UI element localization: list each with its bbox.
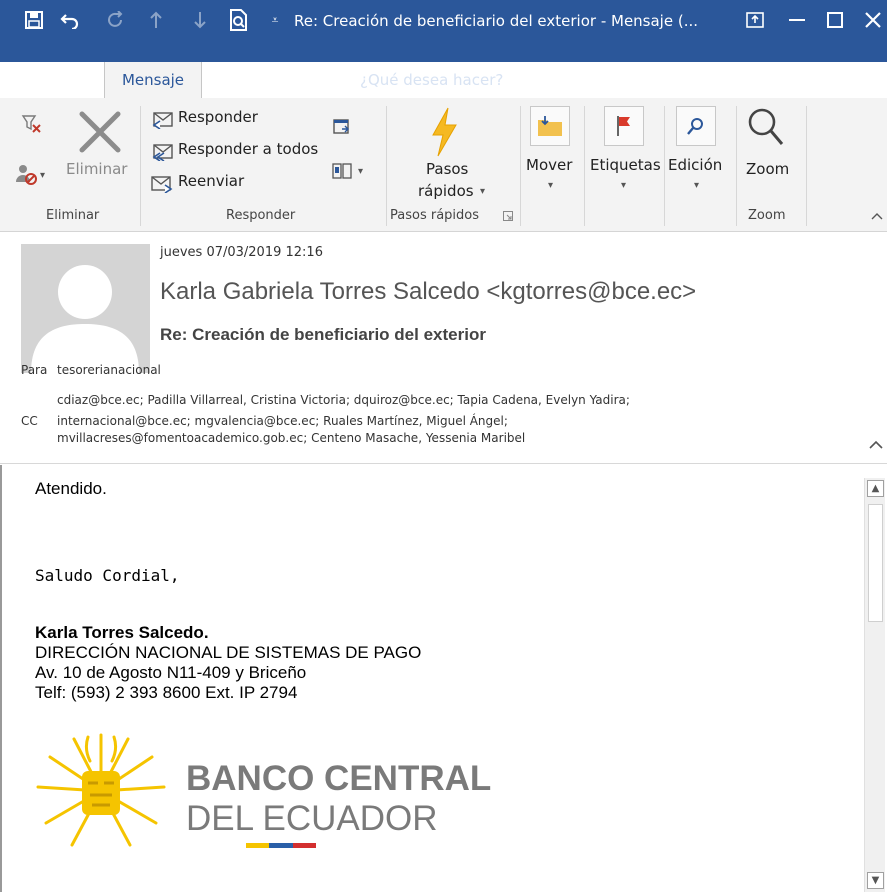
junk-icon[interactable]	[14, 162, 38, 186]
ribbon-display-icon[interactable]	[735, 0, 775, 40]
more-respond-dropdown-icon[interactable]: ▾	[358, 166, 363, 177]
reply-icon	[150, 110, 174, 130]
tab-mensaje[interactable]: Mensaje	[104, 62, 202, 100]
editing-button[interactable]: Edición	[668, 156, 722, 174]
signature-address: Av. 10 de Agosto N11-409 y Briceño	[35, 663, 307, 682]
tags-icon[interactable]	[604, 106, 644, 146]
signature-department: DIRECCIÓN NACIONAL DE SISTEMAS DE PAGO	[35, 643, 422, 662]
to-label: Para	[21, 363, 48, 377]
ribbon: ▾ Eliminar Eliminar Responder Responder …	[0, 98, 887, 232]
signature-name: Karla Torres Salcedo.	[35, 623, 209, 642]
tags-dropdown-icon[interactable]: ▾	[621, 180, 626, 191]
body-greeting: Saludo Cordial,	[35, 566, 180, 585]
move-dropdown-icon[interactable]: ▾	[548, 180, 553, 191]
quick-steps-label-2[interactable]: rápidos	[418, 182, 474, 200]
group-label-zoom: Zoom	[748, 208, 786, 223]
reply-all-button[interactable]: Responder a todos	[178, 140, 318, 158]
subject: Re: Creación de beneficiario del exterio…	[160, 325, 486, 344]
quick-steps-label-1[interactable]: Pasos	[426, 160, 468, 178]
cc-recipients-line-2[interactable]: internacional@bce.ec; mgvalencia@bce.ec;…	[57, 414, 508, 428]
logo-text-line-2: DEL ECUADOR	[186, 799, 438, 838]
tab-archivo[interactable]: Archivo	[22, 62, 78, 98]
minimize-icon[interactable]	[777, 0, 817, 40]
scroll-thumb[interactable]	[868, 504, 883, 622]
forward-icon	[150, 174, 174, 194]
tell-me-placeholder: ¿Qué desea hacer?	[360, 71, 504, 89]
print-preview-icon[interactable]	[226, 0, 252, 40]
zoom-icon[interactable]	[742, 104, 788, 150]
body-scrollbar[interactable]: ▲ ▼	[864, 478, 885, 892]
close-icon[interactable]	[853, 0, 887, 40]
more-respond-icon[interactable]	[330, 162, 354, 180]
editing-dropdown-icon[interactable]: ▾	[694, 180, 699, 191]
dialog-launcher-icon[interactable]	[502, 210, 514, 222]
title-bar: ⩡ Re: Creación de beneficiario del exter…	[0, 0, 887, 62]
move-icon[interactable]	[530, 106, 570, 146]
ignore-icon[interactable]	[20, 112, 44, 136]
zoom-button[interactable]: Zoom	[746, 160, 789, 178]
cc-label: CC	[21, 414, 38, 428]
group-label-pasos: Pasos rápidos	[390, 208, 480, 223]
quick-steps-dropdown-icon[interactable]: ▾	[480, 186, 485, 197]
save-icon[interactable]	[20, 0, 48, 40]
message-body: Atendido. Saludo Cordial, Karla Torres S…	[0, 465, 887, 892]
collapse-header-icon[interactable]	[868, 438, 884, 450]
group-label-eliminar: Eliminar	[46, 208, 100, 223]
window-title: Re: Creación de beneficiario del exterio…	[294, 12, 699, 30]
message-header: jueves 07/03/2019 12:16 Karla Gabriela T…	[0, 232, 887, 464]
reply-all-icon	[150, 142, 174, 162]
delete-button-label[interactable]: Eliminar	[66, 160, 127, 178]
logo-text-line-1: BANCO CENTRAL	[186, 759, 492, 798]
tags-button[interactable]: Etiquetas	[590, 156, 661, 174]
quick-steps-icon[interactable]	[424, 106, 464, 158]
move-button[interactable]: Mover	[526, 156, 572, 174]
group-label-responder: Responder	[226, 208, 296, 223]
sender[interactable]: Karla Gabriela Torres Salcedo <kgtorres@…	[160, 278, 696, 306]
maximize-icon[interactable]	[815, 0, 855, 40]
lightbulb-icon	[342, 71, 354, 89]
reply-button[interactable]: Responder	[178, 108, 258, 126]
tab-nitro[interactable]: Nitro Pro 9	[226, 62, 305, 98]
scroll-up-icon[interactable]: ▲	[867, 480, 884, 497]
avatar	[21, 244, 150, 373]
scroll-down-icon[interactable]: ▼	[867, 872, 884, 889]
cc-recipients-line-3[interactable]: mvillacreses@fomentoacademico.gob.ec; Ce…	[57, 431, 525, 445]
undo-icon[interactable]	[56, 0, 84, 40]
meeting-reply-icon[interactable]	[332, 118, 352, 136]
delete-icon[interactable]	[78, 110, 122, 154]
redo-icon	[104, 0, 128, 40]
body-line-1: Atendido.	[35, 479, 107, 498]
down-icon	[188, 0, 212, 40]
up-icon	[144, 0, 168, 40]
message-date: jueves 07/03/2019 12:16	[160, 245, 323, 260]
bce-logo-emblem	[32, 731, 170, 851]
editing-icon[interactable]	[676, 106, 716, 146]
signature-phone: Telf: (593) 2 393 8600 Ext. IP 2794	[35, 683, 298, 702]
logo-flag-stripe	[246, 843, 316, 848]
qat-dropdown-icon[interactable]: ⩡	[266, 0, 284, 40]
tell-me-search[interactable]: ¿Qué desea hacer?	[342, 62, 503, 98]
to-recipient[interactable]: tesorerianacional	[57, 363, 161, 377]
junk-dropdown-icon[interactable]: ▾	[40, 170, 45, 181]
collapse-ribbon-icon[interactable]	[870, 210, 884, 222]
forward-button[interactable]: Reenviar	[178, 172, 244, 190]
cc-recipients-line-1[interactable]: cdiaz@bce.ec; Padilla Villarreal, Cristi…	[57, 393, 630, 407]
